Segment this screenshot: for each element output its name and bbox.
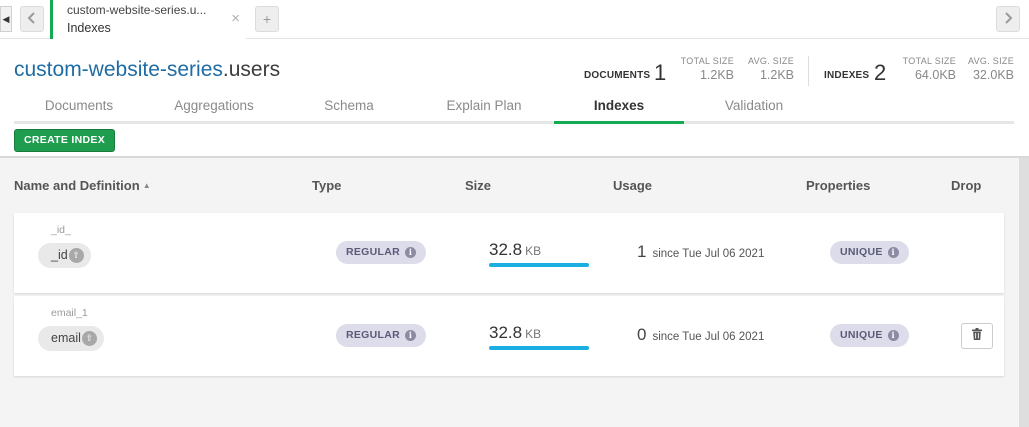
usage-count: 1	[637, 242, 647, 261]
type-badge-label: REGULAR	[346, 246, 401, 258]
chevron-right-icon	[1005, 12, 1013, 24]
collection-subtabs: Documents Aggregations Schema Explain Pl…	[14, 92, 1014, 124]
header-usage[interactable]: Usage	[613, 178, 652, 193]
info-icon[interactable]: i	[405, 330, 417, 341]
header-name-definition-label: Name and Definition	[14, 178, 140, 193]
index-size: 32.8 KB	[489, 240, 541, 260]
index-usage: 1 since Tue Jul 06 2021	[637, 242, 764, 262]
trash-icon	[972, 328, 982, 340]
indexes-toolbar: CREATE INDEX	[0, 124, 1029, 158]
tab-title: custom-website-series.u...	[67, 3, 207, 17]
tab-indexes[interactable]: Indexes	[554, 98, 684, 113]
index-size-value: 32.8	[489, 323, 523, 342]
size-bar	[489, 263, 589, 267]
arrow-up-icon: ⇧	[68, 248, 84, 263]
indexes-avg-size-label: AVG. SIZE	[967, 56, 1014, 66]
indexes-total-size-label: TOTAL SIZE	[902, 56, 956, 66]
index-size-unit: KB	[525, 327, 542, 341]
indexes-count: 2	[874, 60, 887, 85]
header-properties[interactable]: Properties	[806, 178, 870, 193]
type-badge: REGULAR i	[336, 241, 427, 264]
create-index-button[interactable]: CREATE INDEX	[14, 129, 115, 152]
type-badge: REGULAR i	[336, 324, 427, 347]
tab-documents[interactable]: Documents	[14, 98, 144, 113]
indexes-avg-size: 32.0KB	[972, 68, 1014, 82]
index-size-value: 32.8	[489, 240, 523, 259]
info-icon[interactable]: i	[887, 330, 899, 341]
collection-name: .users	[222, 58, 281, 81]
vertical-scrollbar[interactable]	[1019, 158, 1029, 427]
property-badge: UNIQUE i	[830, 324, 909, 347]
index-size-unit: KB	[525, 244, 542, 258]
indexes-table: Name and Definition ▲ Type Size Usage Pro…	[0, 158, 1019, 427]
property-badge: UNIQUE i	[830, 241, 909, 264]
index-field-name: _id	[51, 248, 68, 262]
index-name: email_1	[51, 307, 88, 319]
documents-total-size-label: TOTAL SIZE	[680, 56, 734, 66]
header-type[interactable]: Type	[312, 178, 341, 193]
property-badge-label: UNIQUE	[840, 246, 883, 258]
usage-count: 0	[637, 325, 647, 344]
collection-title: custom-website-series.users	[14, 58, 280, 82]
tab-users-indexes[interactable]: custom-website-series.u... Indexes ×	[50, 0, 246, 39]
database-link[interactable]: custom-website-series	[14, 58, 223, 81]
header-drop: Drop	[951, 178, 982, 193]
arrow-up-icon: ⇧	[81, 331, 97, 346]
scroll-tabs-left-edge[interactable]: ◀	[0, 6, 12, 32]
size-bar	[489, 346, 589, 350]
usage-since: since Tue Jul 06 2021	[652, 331, 765, 343]
tab-subtitle: Indexes	[67, 21, 111, 35]
plus-icon[interactable]: +	[255, 6, 279, 32]
documents-avg-size: 1.2KB	[759, 68, 794, 82]
tab-forward-button[interactable]	[996, 6, 1020, 32]
indexes-total-size: 64.0KB	[914, 68, 956, 82]
indexes-label: INDEXES	[824, 70, 870, 81]
index-usage: 0 since Tue Jul 06 2021	[637, 325, 764, 345]
property-badge-label: UNIQUE	[840, 329, 883, 341]
documents-count: 1	[654, 60, 667, 85]
tab-back-button[interactable]	[20, 6, 44, 32]
documents-label: DOCUMENTS	[584, 70, 651, 81]
tab-aggregations[interactable]: Aggregations	[149, 98, 279, 113]
drop-index-button[interactable]	[961, 323, 993, 349]
chevron-left-icon	[27, 12, 35, 24]
tab-strip: ◀ custom-website-series.u... Indexes × +	[0, 0, 1029, 39]
tab-explain-plan[interactable]: Explain Plan	[419, 98, 549, 113]
info-icon[interactable]: i	[887, 247, 899, 258]
tab-schema[interactable]: Schema	[284, 98, 414, 113]
index-size: 32.8 KB	[489, 323, 541, 343]
sort-ascending-icon: ▲	[142, 181, 151, 190]
index-field-pill: email ⇧	[38, 326, 104, 351]
usage-since: since Tue Jul 06 2021	[652, 248, 765, 260]
documents-avg-size-label: AVG. SIZE	[747, 56, 794, 66]
header-name-definition[interactable]: Name and Definition ▲	[14, 178, 151, 193]
documents-total-size: 1.2KB	[699, 68, 734, 82]
tab-validation[interactable]: Validation	[689, 98, 819, 113]
index-field-name: email	[51, 331, 81, 345]
close-icon[interactable]: ×	[231, 10, 240, 27]
info-icon[interactable]: i	[405, 247, 417, 258]
type-badge-label: REGULAR	[346, 329, 401, 341]
table-row: _id_ _id ⇧ REGULAR i 32.8 KB 1 since Tue Jul…	[14, 213, 1004, 293]
index-name: _id_	[51, 224, 71, 236]
index-field-pill: _id ⇧	[38, 243, 91, 268]
stats-divider	[808, 56, 809, 86]
table-row: email_1 email ⇧ REGULAR i 32.8 KB 0 since Tu…	[14, 296, 1004, 376]
header-size[interactable]: Size	[465, 178, 491, 193]
